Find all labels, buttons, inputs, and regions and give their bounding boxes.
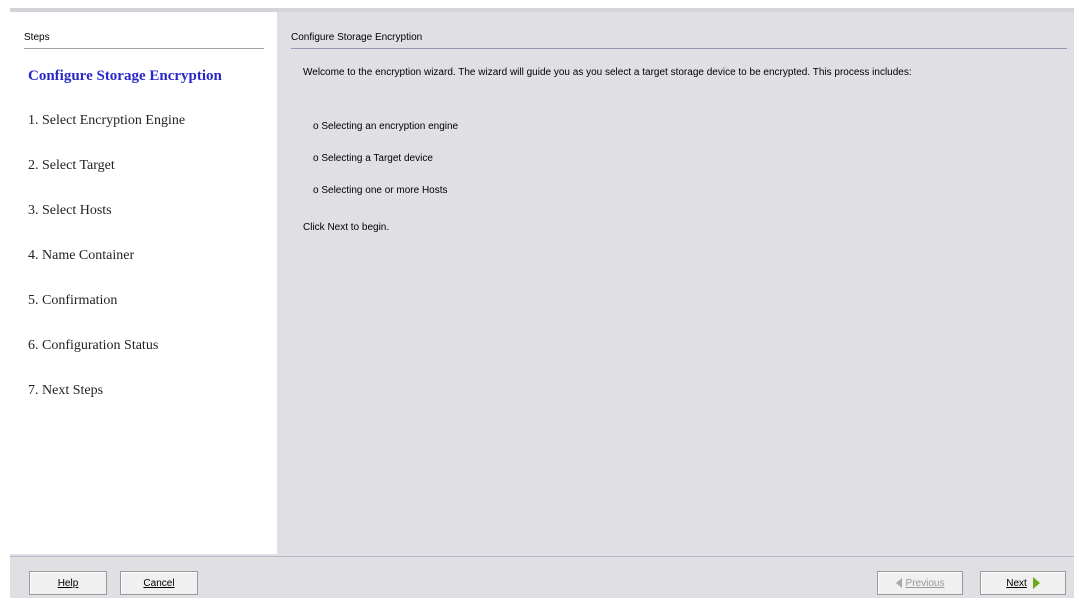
- step-next-steps: 7. Next Steps: [28, 383, 104, 398]
- bullet-hosts: o Selecting one or more Hosts: [313, 185, 448, 196]
- button-bar-divider: [10, 556, 1074, 557]
- step-select-hosts: 3. Select Hosts: [28, 203, 112, 218]
- begin-instruction: Click Next to begin.: [303, 222, 390, 233]
- cancel-button-label: Cancel: [143, 577, 175, 589]
- arrow-right-icon: [1032, 577, 1040, 589]
- steps-header: Steps: [24, 32, 50, 43]
- steps-panel: Steps Configure Storage Encryption 1. Se…: [10, 12, 277, 554]
- step-confirmation: 5. Confirmation: [28, 293, 118, 308]
- arrow-left-icon: [895, 578, 902, 588]
- help-button[interactable]: Help: [29, 571, 107, 595]
- next-button-label: Next: [1006, 577, 1027, 589]
- steps-list: Configure Storage Encryption 1. Select E…: [28, 66, 222, 426]
- page-title: Configure Storage Encryption: [291, 32, 423, 43]
- bullet-encryption-engine: o Selecting an encryption engine: [313, 121, 459, 132]
- bullet-target-device: o Selecting a Target device: [313, 153, 433, 164]
- wizard-window: Steps Configure Storage Encryption 1. Se…: [10, 8, 1074, 598]
- title-divider: [291, 48, 1067, 49]
- cancel-button[interactable]: Cancel: [120, 571, 198, 595]
- step-configuration-status: 6. Configuration Status: [28, 338, 159, 353]
- step-configure-storage-encryption: Configure Storage Encryption: [28, 68, 222, 84]
- content-panel: Configure Storage Encryption Welcome to …: [277, 12, 1074, 554]
- next-button[interactable]: Next: [980, 571, 1066, 595]
- previous-button-label: Previous: [905, 577, 945, 589]
- step-select-encryption-engine: 1. Select Encryption Engine: [28, 113, 186, 128]
- steps-divider: [24, 48, 264, 49]
- previous-button[interactable]: Previous: [877, 571, 963, 595]
- intro-text: Welcome to the encryption wizard. The wi…: [303, 67, 912, 78]
- step-name-container: 4. Name Container: [28, 248, 135, 263]
- help-button-label: Help: [57, 577, 79, 589]
- step-select-target: 2. Select Target: [28, 158, 115, 173]
